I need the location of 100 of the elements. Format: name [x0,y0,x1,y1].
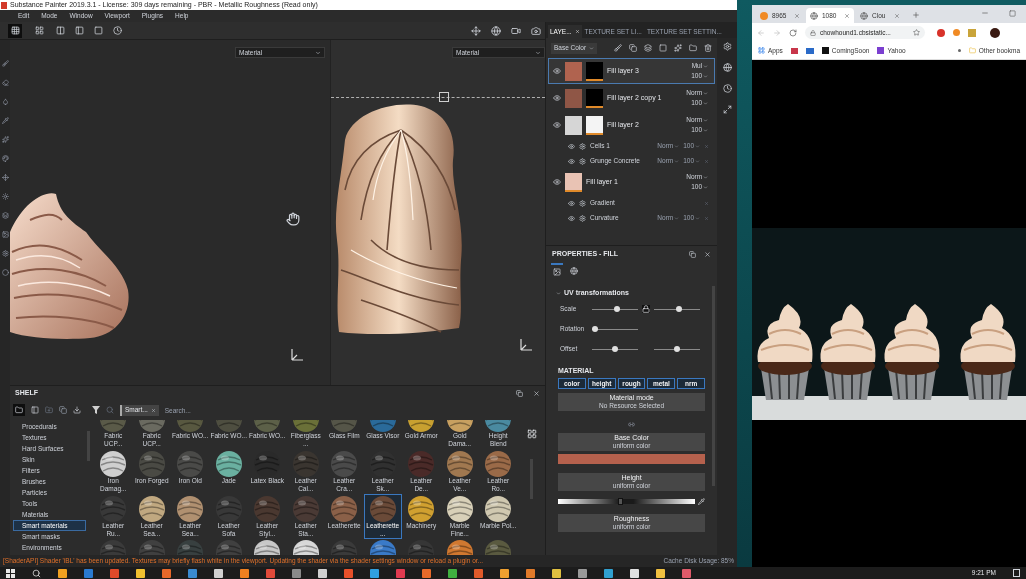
eye-icon[interactable] [553,94,561,102]
slider-track[interactable] [592,305,638,313]
chevron-down-icon[interactable] [556,290,561,296]
profile-avatar[interactable] [990,27,1000,38]
chevron-down-icon [695,215,701,221]
close-icon[interactable] [704,250,712,258]
slider-thumb[interactable] [592,326,598,332]
gear-icon [579,214,586,222]
slider-track[interactable] [592,345,638,353]
eraser-icon[interactable] [1,79,9,86]
clock-icon[interactable] [113,26,122,35]
close-icon[interactable] [844,12,850,19]
brush-icon[interactable] [1,60,9,67]
slider-track[interactable] [654,345,700,353]
settings-icon[interactable] [1,250,9,257]
gear-icon [579,157,586,165]
star-icon[interactable] [913,29,920,36]
globe-icon[interactable] [491,25,501,36]
eye-icon[interactable] [553,178,561,186]
transform-handle[interactable] [439,92,449,102]
slider-thumb[interactable] [676,306,682,312]
panel-icon[interactable] [75,26,84,35]
slider-track[interactable] [558,499,696,504]
trash-icon[interactable] [704,44,713,52]
copy-icon[interactable] [629,44,638,52]
reload-icon[interactable] [789,28,797,37]
palette-icon[interactable] [1,155,9,162]
slider-thumb[interactable] [674,346,680,352]
folder-icon [15,406,23,414]
pipette-icon[interactable] [698,498,706,505]
sun-icon[interactable] [1,193,9,200]
layers-icon[interactable] [644,44,653,52]
image-icon[interactable] [1,231,9,238]
filter-icon[interactable] [92,406,100,414]
grid-view-icon[interactable] [526,429,537,439]
panel-icon[interactable] [31,406,39,414]
axis-gizmo-icon [519,338,533,352]
gear-icon [579,199,586,207]
gift-bookmark-icon[interactable] [790,47,798,54]
folder-icon[interactable] [689,44,698,52]
gear-icon [579,142,586,150]
camera-icon[interactable] [531,25,541,36]
slider-track[interactable] [592,325,638,333]
import-icon[interactable] [73,406,81,414]
lock-icon [810,29,816,36]
split-view-icon[interactable] [56,26,65,35]
square-icon[interactable] [94,26,103,35]
image-icon [553,268,561,276]
slider-thumb[interactable] [612,346,618,352]
windows-logo-icon[interactable] [6,569,15,578]
globe-icon[interactable] [722,63,732,72]
notification-icon[interactable] [1013,569,1020,577]
slider-thumb[interactable] [617,498,623,505]
clock-icon[interactable] [722,84,732,93]
chevron-down-icon [674,215,680,221]
video-camera-icon[interactable] [511,25,521,36]
apps-grid-icon [758,47,765,54]
maximize-icon[interactable] [1009,10,1016,17]
copy-icon[interactable] [59,406,67,414]
mail-bookmark-icon[interactable] [805,47,814,54]
link-icon [628,421,636,428]
eye-icon[interactable] [553,121,561,129]
properties-tab[interactable] [551,263,563,279]
site-logo-icon [760,11,768,20]
eye-icon[interactable] [568,214,575,222]
eye-icon[interactable] [568,142,575,150]
pipette-icon[interactable] [1,117,9,124]
chevron-down-icon [535,49,541,56]
sparkle-icon[interactable] [674,44,683,52]
chevron-down-icon [589,45,594,51]
eye-icon[interactable] [568,199,575,207]
eye-icon[interactable] [553,67,561,75]
site-logo-icon [877,47,885,54]
sparkle-icon[interactable] [1,136,9,143]
four-squares-icon [34,26,44,35]
slider-track[interactable] [654,305,700,313]
new-folder-icon[interactable] [45,406,53,414]
globe-icon [810,11,818,20]
new-tab-icon[interactable] [912,11,920,19]
color-swatch[interactable] [558,454,706,464]
eye-icon[interactable] [568,157,575,165]
settings-icon[interactable] [722,42,732,51]
layers-icon[interactable] [1,212,9,219]
circle-icon[interactable] [1,269,9,276]
square-icon[interactable] [659,44,668,52]
droplet-icon[interactable] [1,98,9,105]
expand-icon[interactable] [722,105,732,114]
lock-icon[interactable] [642,305,650,313]
remove-tag-icon[interactable] [150,407,156,413]
extension-icon[interactable] [953,29,960,36]
move-icon[interactable] [471,25,481,36]
chevron-down-icon [674,143,680,149]
float-window-icon[interactable] [689,250,697,258]
brush-icon[interactable] [614,44,623,52]
float-window-icon[interactable] [516,390,523,397]
move-icon[interactable] [1,174,9,181]
folder-view-button[interactable] [13,404,25,416]
view-mode-button[interactable] [8,23,22,38]
chevron-down-icon [695,143,701,149]
slider-thumb[interactable] [614,306,620,312]
